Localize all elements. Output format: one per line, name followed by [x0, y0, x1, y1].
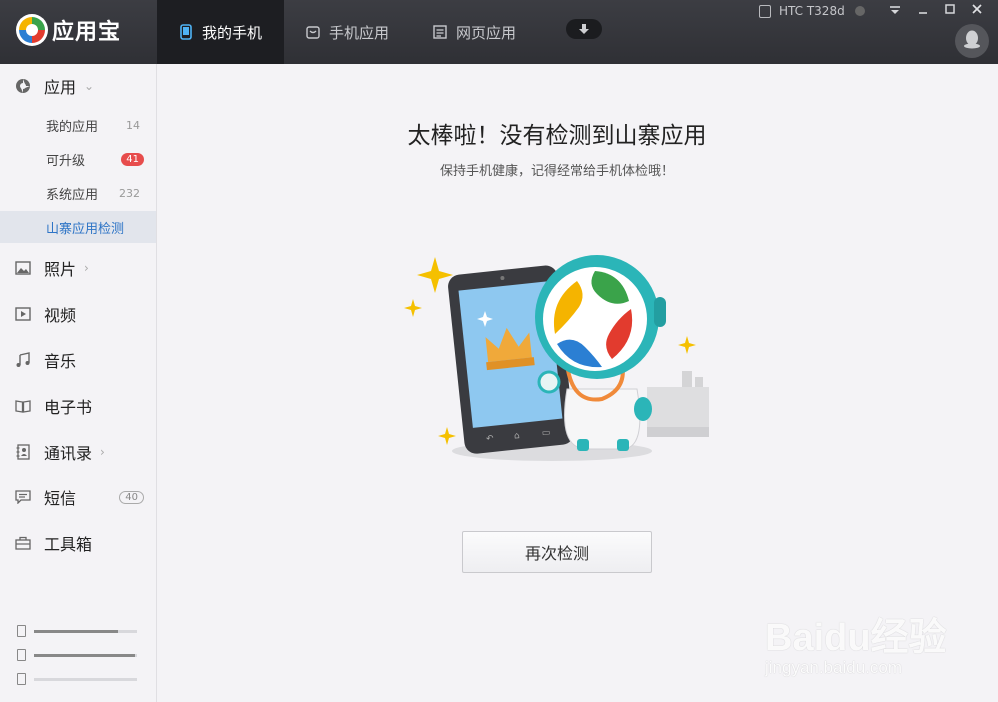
video-icon — [15, 306, 31, 322]
app-logo: 应用宝 — [16, 13, 121, 47]
device-selector[interactable]: HTC T328d — [759, 2, 865, 20]
watermark-logo-text: Baidu经验 — [765, 617, 947, 659]
storage-fill — [34, 653, 135, 657]
device-switch-icon[interactable] — [854, 6, 865, 16]
sidebar-item-fake-app-check[interactable]: 山寨应用检测 — [0, 211, 156, 243]
page-title: 太棒啦！没有检测到山寨应用 — [407, 123, 707, 149]
sidebar-item-label: 音乐 — [44, 352, 77, 371]
tab-label: 手机应用 — [329, 23, 390, 42]
sdcard2-storage-indicator — [17, 672, 139, 686]
sidebar-item-my-apps[interactable]: 我的应用 14 — [0, 109, 156, 141]
sidebar-item-contacts[interactable]: 通讯录 › — [0, 430, 156, 474]
sdcard-icon — [17, 649, 26, 661]
sidebar-item-ebooks[interactable]: 电子书 — [0, 384, 156, 428]
item-count: 14 — [126, 118, 140, 132]
bag-icon — [306, 25, 320, 39]
chevron-right-icon: › — [84, 261, 89, 275]
maximize-button[interactable] — [940, 2, 960, 20]
watermark-url: jingyan.baidu.com — [765, 658, 903, 677]
menu-button[interactable] — [885, 2, 905, 20]
music-icon — [15, 352, 31, 368]
menu-icon — [889, 4, 901, 19]
sidebar-item-label: 可升级 — [46, 153, 86, 169]
contacts-icon — [15, 444, 31, 460]
doc-icon — [433, 25, 447, 39]
sidebar-item-system-apps[interactable]: 系统应用 232 — [0, 177, 156, 209]
minimize-button[interactable] — [913, 2, 933, 20]
toolbox-icon — [15, 535, 31, 551]
storage-bar — [34, 629, 137, 633]
top-bar: 应用宝 我的手机 手机应用 网页应用 HTC T328d — [0, 0, 998, 64]
baidu-watermark: Baidu经验 jingyan.baidu.com — [765, 596, 950, 686]
tab-label: 我的手机 — [202, 23, 263, 42]
sidebar-item-label: 通讯录 — [44, 444, 93, 463]
maximize-icon — [944, 3, 956, 19]
book-icon — [15, 398, 31, 414]
mascot-illustration: ↶ ⌂ ▭ — [397, 239, 717, 469]
sidebar-item-photos[interactable]: 照片 › — [0, 246, 156, 290]
photo-icon — [15, 260, 31, 276]
sidebar-item-label: 照片 — [44, 260, 77, 279]
sidebar: 应用 ⌄ 我的应用 14 可升级 41 系统应用 232 山寨应用检测 照片 ›… — [0, 64, 157, 702]
device-icon — [759, 4, 771, 18]
qq-login-button[interactable] — [955, 24, 989, 58]
logo-icon — [16, 14, 48, 46]
phone-storage-icon — [17, 625, 26, 637]
chevron-right-icon: › — [100, 445, 105, 459]
sidebar-item-toolbox[interactable]: 工具箱 — [0, 521, 156, 565]
storage-fill — [34, 629, 119, 633]
upgrade-count-badge: 41 — [121, 152, 144, 166]
minimize-icon — [917, 3, 929, 19]
storage-bar — [34, 653, 137, 657]
page-subtitle: 保持手机健康，记得经常给手机体检哦！ — [439, 164, 674, 179]
tab-mobile-apps[interactable]: 手机应用 — [284, 0, 411, 64]
sidebar-item-label: 我的应用 — [46, 119, 99, 135]
sidebar-item-label: 短信 — [44, 489, 77, 508]
storage-bar — [34, 677, 137, 681]
sdcard2-icon — [17, 673, 26, 685]
sidebar-item-sms[interactable]: 短信 40 — [0, 475, 156, 519]
recheck-button[interactable]: 再次检测 — [462, 531, 652, 573]
sidebar-item-apps[interactable]: 应用 ⌄ — [0, 64, 156, 108]
device-name: HTC T328d — [779, 4, 845, 18]
sidebar-item-music[interactable]: 音乐 — [0, 338, 156, 382]
phone-storage-indicator — [17, 624, 139, 638]
chevron-down-icon: ⌄ — [84, 79, 95, 93]
sidebar-item-label: 工具箱 — [44, 535, 93, 554]
tab-label: 网页应用 — [456, 23, 517, 42]
close-icon — [971, 3, 983, 19]
item-count: 232 — [119, 186, 140, 200]
sidebar-item-label: 系统应用 — [46, 187, 99, 203]
main-tabs: 我的手机 手机应用 网页应用 — [157, 0, 538, 64]
svg-text:▭: ▭ — [541, 428, 551, 439]
sms-icon — [15, 489, 31, 505]
svg-text:↶: ↶ — [486, 434, 495, 445]
tab-my-phone[interactable]: 我的手机 — [157, 0, 285, 64]
sms-count-badge: 40 — [119, 490, 144, 504]
download-icon — [578, 20, 590, 39]
apps-icon — [15, 78, 31, 94]
close-button[interactable] — [967, 2, 987, 20]
sidebar-item-video[interactable]: 视频 — [0, 292, 156, 336]
sidebar-item-upgradable[interactable]: 可升级 41 — [0, 143, 156, 175]
tab-web-apps[interactable]: 网页应用 — [411, 0, 538, 64]
sidebar-item-label: 电子书 — [44, 398, 93, 417]
app-name: 应用宝 — [52, 20, 122, 45]
phone-icon — [179, 24, 193, 40]
qq-penguin-icon — [963, 29, 981, 53]
download-manager-button[interactable] — [566, 19, 602, 39]
sdcard-storage-indicator — [17, 648, 139, 662]
sidebar-item-label: 视频 — [44, 306, 77, 325]
sidebar-item-label: 应用 — [44, 78, 77, 97]
sidebar-item-label: 山寨应用检测 — [46, 221, 125, 237]
